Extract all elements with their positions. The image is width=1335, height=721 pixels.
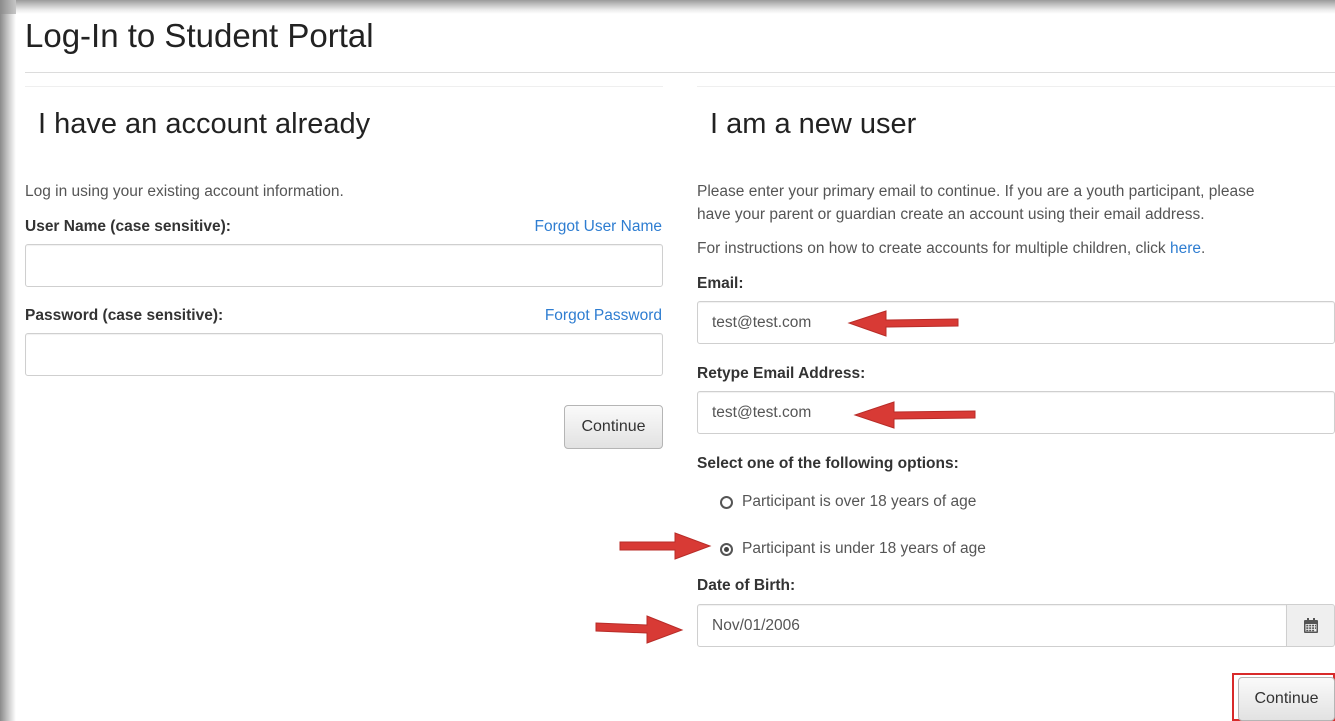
screenshot-frame-corner [0,0,16,14]
dob-input[interactable] [697,604,1287,647]
retype-email-input[interactable] [697,391,1335,434]
new-user-intro-line1: Please enter your primary email to conti… [697,183,1255,200]
page-title: Log-In to Student Portal [25,17,374,54]
calendar-button[interactable] [1287,604,1335,647]
options-label: Select one of the following options: [697,455,959,472]
forgot-password-link[interactable]: Forgot Password [545,306,662,326]
radio-over-18[interactable] [720,495,733,509]
username-input[interactable] [25,244,663,287]
instructions-text: For instructions on how to create accoun… [697,239,1205,259]
existing-continue-button[interactable]: Continue [564,405,663,449]
instructions-period: . [1201,240,1206,257]
dob-label: Date of Birth: [697,577,796,594]
instructions-prefix: For instructions on how to create accoun… [697,240,1170,257]
red-arrow-icon [595,615,684,644]
email-input[interactable] [697,301,1335,344]
red-arrow-icon [847,310,959,337]
forgot-username-link[interactable]: Forgot User Name [535,217,662,237]
calendar-icon [1303,617,1318,633]
red-arrow-icon [853,401,976,429]
option-under-18-label: Participant is under 18 years of age [742,540,986,557]
radio-under-18[interactable] [720,542,733,556]
password-input[interactable] [25,333,663,376]
retype-email-label: Retype Email Address: [697,365,866,382]
red-arrow-icon [619,532,712,560]
new-user-continue-button[interactable]: Continue [1238,677,1335,721]
existing-account-heading: I have an account already [38,108,371,140]
existing-account-intro: Log in using your existing account infor… [25,183,344,200]
option-under-18[interactable]: Participant is under 18 years of age [720,540,986,558]
screenshot-frame-top [0,0,1335,14]
password-label: Password (case sensitive): [25,307,224,324]
right-column-divider [697,86,1335,87]
screenshot-frame-left [0,0,16,721]
instructions-here-link[interactable]: here [1170,240,1201,257]
new-user-heading: I am a new user [710,108,917,140]
email-label: Email: [697,275,744,292]
new-user-intro-line2: have your parent or guardian create an a… [697,206,1205,223]
title-divider [25,72,1335,73]
left-column-divider [25,86,663,87]
option-over-18-label: Participant is over 18 years of age [742,493,977,510]
username-label: User Name (case sensitive): [25,218,231,235]
option-over-18[interactable]: Participant is over 18 years of age [720,493,976,511]
